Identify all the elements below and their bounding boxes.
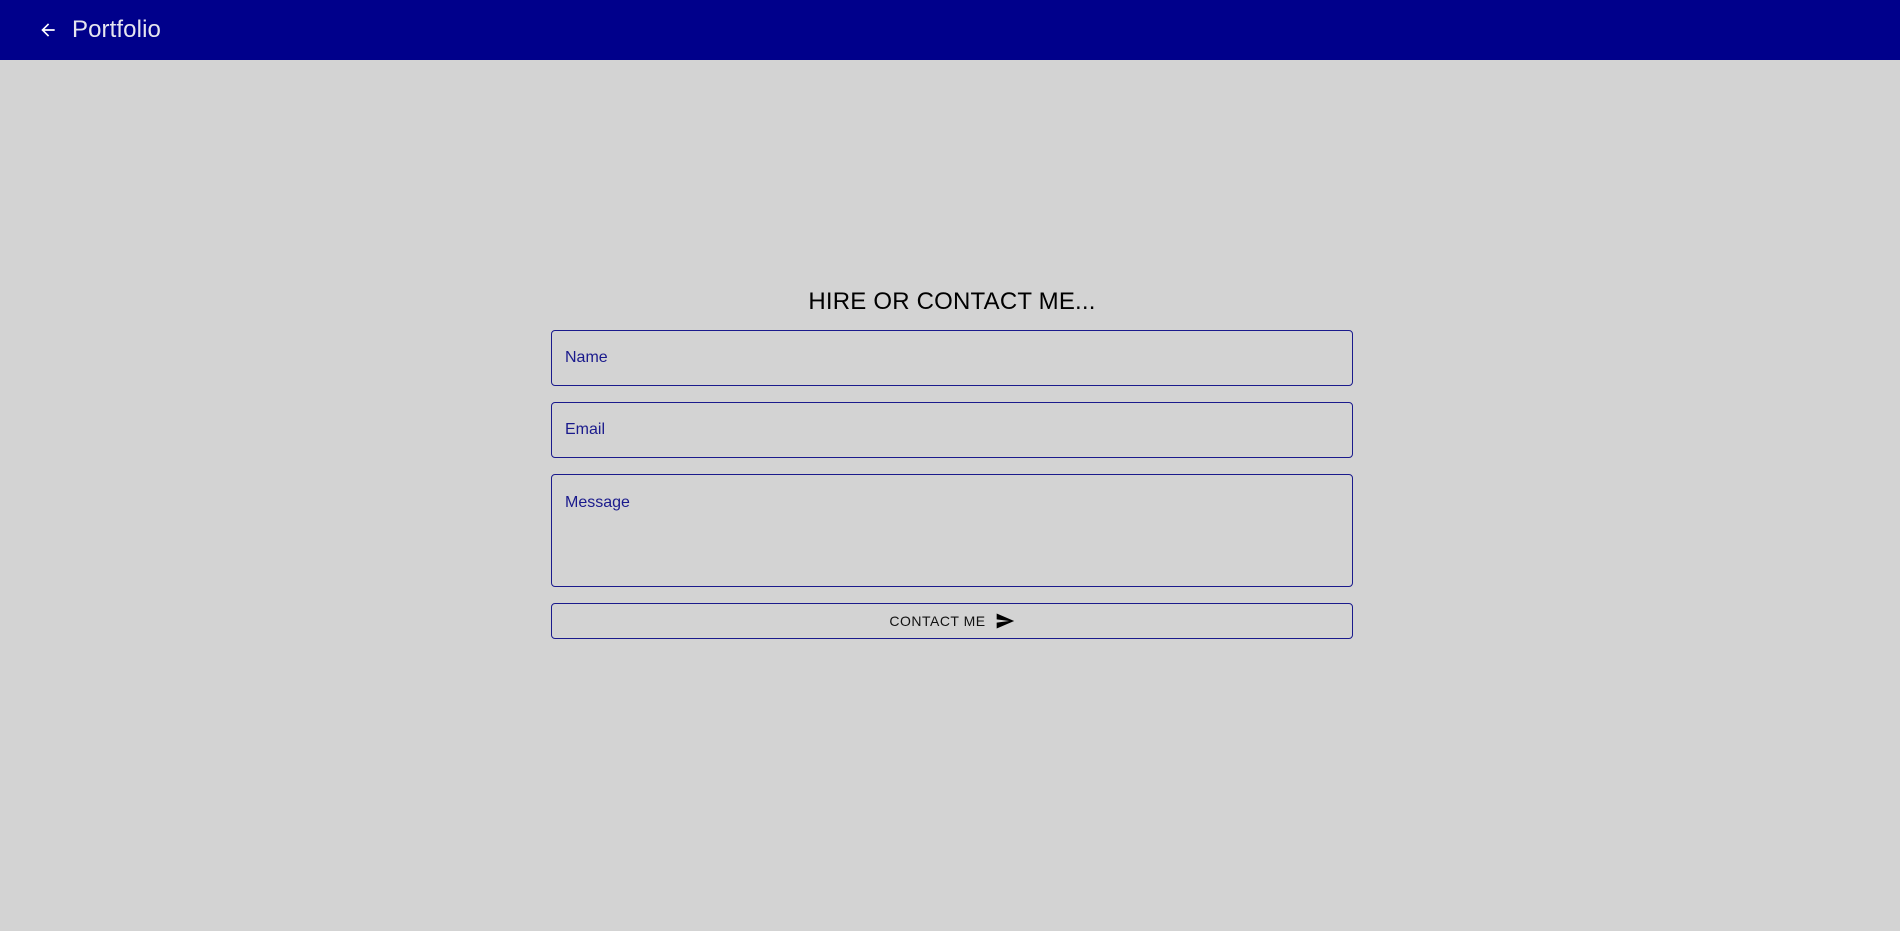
app-bar: Portfolio [0, 0, 1900, 60]
name-input[interactable] [551, 330, 1353, 386]
contact-me-label: CONTACT ME [889, 613, 986, 629]
arrow-left-icon [41, 23, 55, 37]
send-icon [995, 611, 1015, 631]
message-textarea[interactable] [551, 474, 1353, 587]
contact-me-button[interactable]: CONTACT ME [551, 603, 1353, 639]
app-title: Portfolio [72, 16, 161, 43]
form-heading: HIRE OR CONTACT ME... [808, 288, 1096, 315]
contact-form: HIRE OR CONTACT ME... CONTACT ME [551, 284, 1353, 639]
back-button[interactable] [36, 18, 60, 42]
email-input[interactable] [551, 402, 1353, 458]
